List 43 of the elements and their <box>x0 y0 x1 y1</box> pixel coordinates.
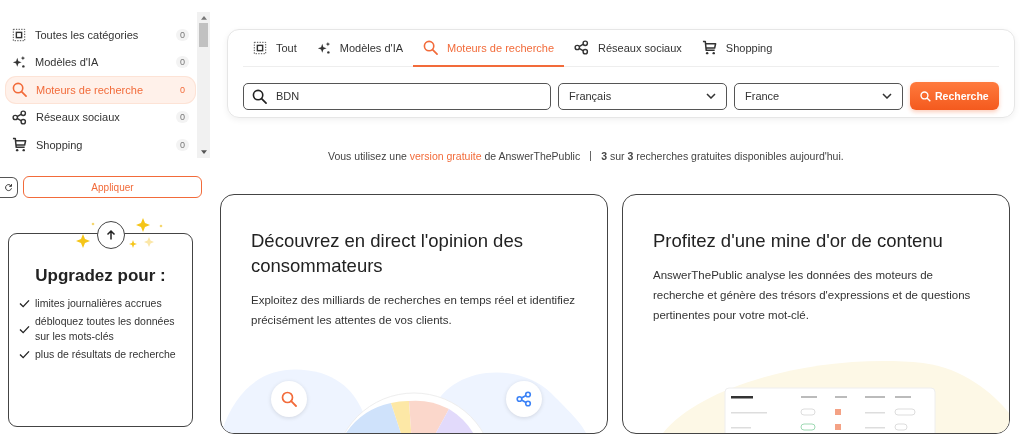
scroll-up-icon[interactable] <box>200 15 207 20</box>
category-item[interactable]: Réseaux sociaux 0 <box>6 104 195 130</box>
chevron-down-icon <box>706 93 716 99</box>
feature-text: limites journalières accrues <box>35 296 162 311</box>
check-icon <box>19 324 30 334</box>
share-icon <box>12 109 27 125</box>
category-item[interactable]: Toutes les catégories 0 <box>6 22 195 48</box>
check-icon <box>19 350 30 359</box>
keyword-field[interactable]: BDN <box>243 82 551 110</box>
quota-text: 3 sur 3 recherches gratuites disponibles aujourd'hui. <box>601 150 844 162</box>
search-icon <box>12 82 27 98</box>
scroll-down-icon[interactable] <box>200 150 207 155</box>
reset-button[interactable] <box>0 176 18 198</box>
tab[interactable]: Réseaux sociaux <box>564 30 692 67</box>
share-icon <box>574 40 590 55</box>
grid-icon <box>253 40 267 55</box>
refresh-icon <box>4 182 13 192</box>
tab[interactable]: Shopping <box>691 30 783 67</box>
tab[interactable]: Modèles d'IA <box>306 30 414 67</box>
sparkle-icon <box>316 40 331 55</box>
grid-icon <box>12 27 26 42</box>
upgrade-title: Upgradez pour : <box>34 266 167 286</box>
tab[interactable]: Tout <box>243 30 307 67</box>
cart-icon <box>701 40 717 55</box>
country-dropdown[interactable]: France <box>734 82 903 110</box>
search-icon <box>920 90 931 102</box>
chevron-down-icon <box>882 93 892 99</box>
search-icon <box>252 88 267 104</box>
check-icon <box>19 299 30 308</box>
notice-text: Vous utilisez une version gratuite de AnswerThePublic <box>328 150 581 162</box>
feature-text: plus de résultats de recherche <box>35 347 176 362</box>
card-text: Exploitez des milliards de recherches en temps réel et identifiez précisément les attentes de vos clients. <box>251 293 577 328</box>
category-item[interactable]: Modèles d'IA 0 <box>6 49 195 75</box>
scrollbar-thumb[interactable] <box>199 23 208 47</box>
language-dropdown[interactable]: Français <box>558 82 727 110</box>
card-title: Profitez d'une mine d'or de contenu <box>653 229 944 253</box>
search-icon <box>423 40 439 55</box>
card-title: Découvrez en direct l'opinion des consommateurs <box>251 229 524 278</box>
scrollbar[interactable] <box>197 12 210 158</box>
sparkle-icon <box>12 55 26 70</box>
category-item[interactable]: Shopping 0 <box>6 132 195 158</box>
cart-icon <box>12 137 27 153</box>
card-text: AnswerThePublic analyse les données des moteurs de recherche et génère des trésors d'expressions et de questions pertinentes pour votre mot-clé. <box>653 268 972 323</box>
